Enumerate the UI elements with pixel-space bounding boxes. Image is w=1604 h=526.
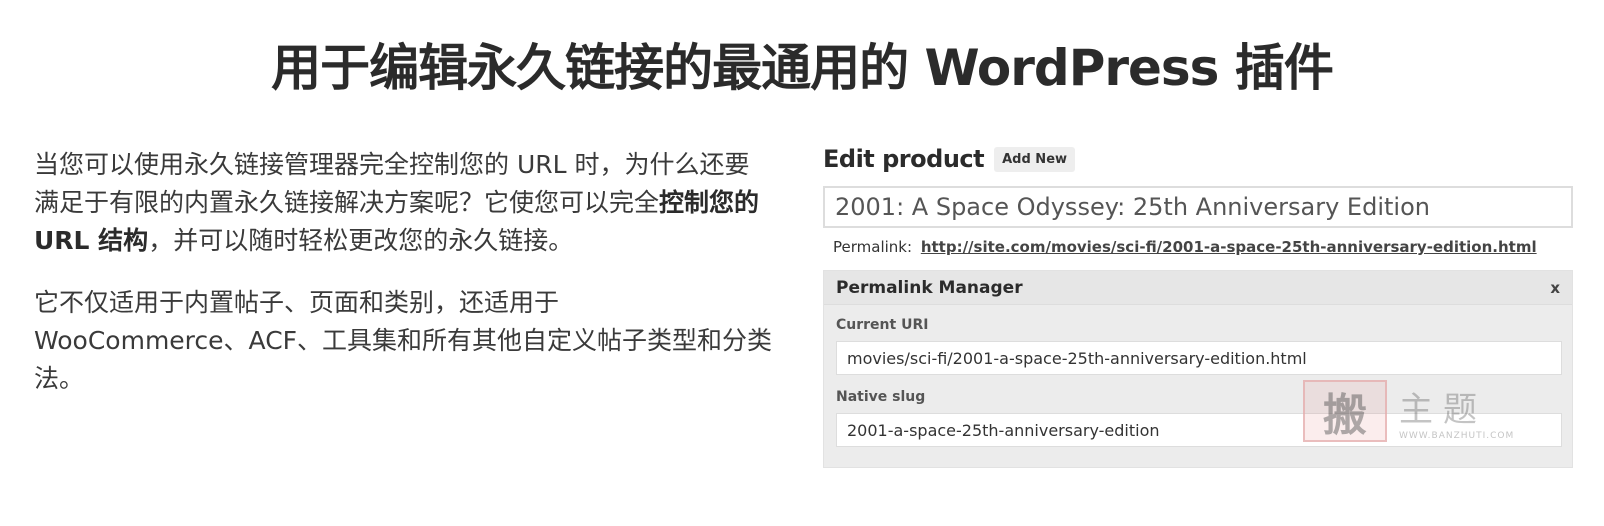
add-new-button[interactable]: Add New — [994, 146, 1076, 172]
permalink-link[interactable]: http://site.com/movies/sci-fi/2001-a-spa… — [921, 238, 1537, 256]
edit-header: Edit product Add New — [823, 140, 1573, 178]
description-column: 当您可以使用永久链接管理器完全控制您的 URL 时，为什么还要满足于有限的内置永… — [34, 146, 774, 398]
current-uri-label: Current URI — [836, 317, 929, 333]
watermark-text: 主题 WWW.BANZHUTI.COM — [1399, 382, 1514, 441]
watermark-name: 主题 — [1399, 389, 1487, 430]
product-title-input[interactable] — [823, 186, 1573, 228]
edit-product-heading: Edit product — [823, 145, 985, 173]
permalink-row: Permalink: http://site.com/movies/sci-fi… — [823, 238, 1573, 258]
permalink-manager-header: Permalink Manager x — [824, 271, 1572, 305]
para1-text-end: ，并可以随时轻松更改您的永久链接。 — [148, 226, 574, 255]
close-icon[interactable]: x — [1550, 279, 1560, 297]
description-paragraph-2: 它不仅适用于内置帖子、页面和类别，还适用于 WooCommerce、ACF、工具… — [34, 288, 773, 393]
watermark-url: WWW.BANZHUTI.COM — [1399, 430, 1515, 441]
current-uri-input[interactable] — [836, 341, 1562, 375]
permalink-manager-title: Permalink Manager — [836, 277, 1023, 298]
permalink-label: Permalink: — [833, 238, 913, 256]
page-title: 用于编辑永久链接的最通用的 WordPress 插件 — [271, 39, 1334, 97]
watermark: 搬 主题 WWW.BANZHUTI.COM — [1303, 376, 1543, 446]
description-paragraph-1: 当您可以使用永久链接管理器完全控制您的 URL 时，为什么还要满足于有限的内置永… — [34, 146, 774, 260]
watermark-seal: 搬 — [1303, 380, 1387, 442]
para1-text: 当您可以使用永久链接管理器完全控制您的 URL 时，为什么还要满足于有限的内置永… — [34, 150, 750, 217]
